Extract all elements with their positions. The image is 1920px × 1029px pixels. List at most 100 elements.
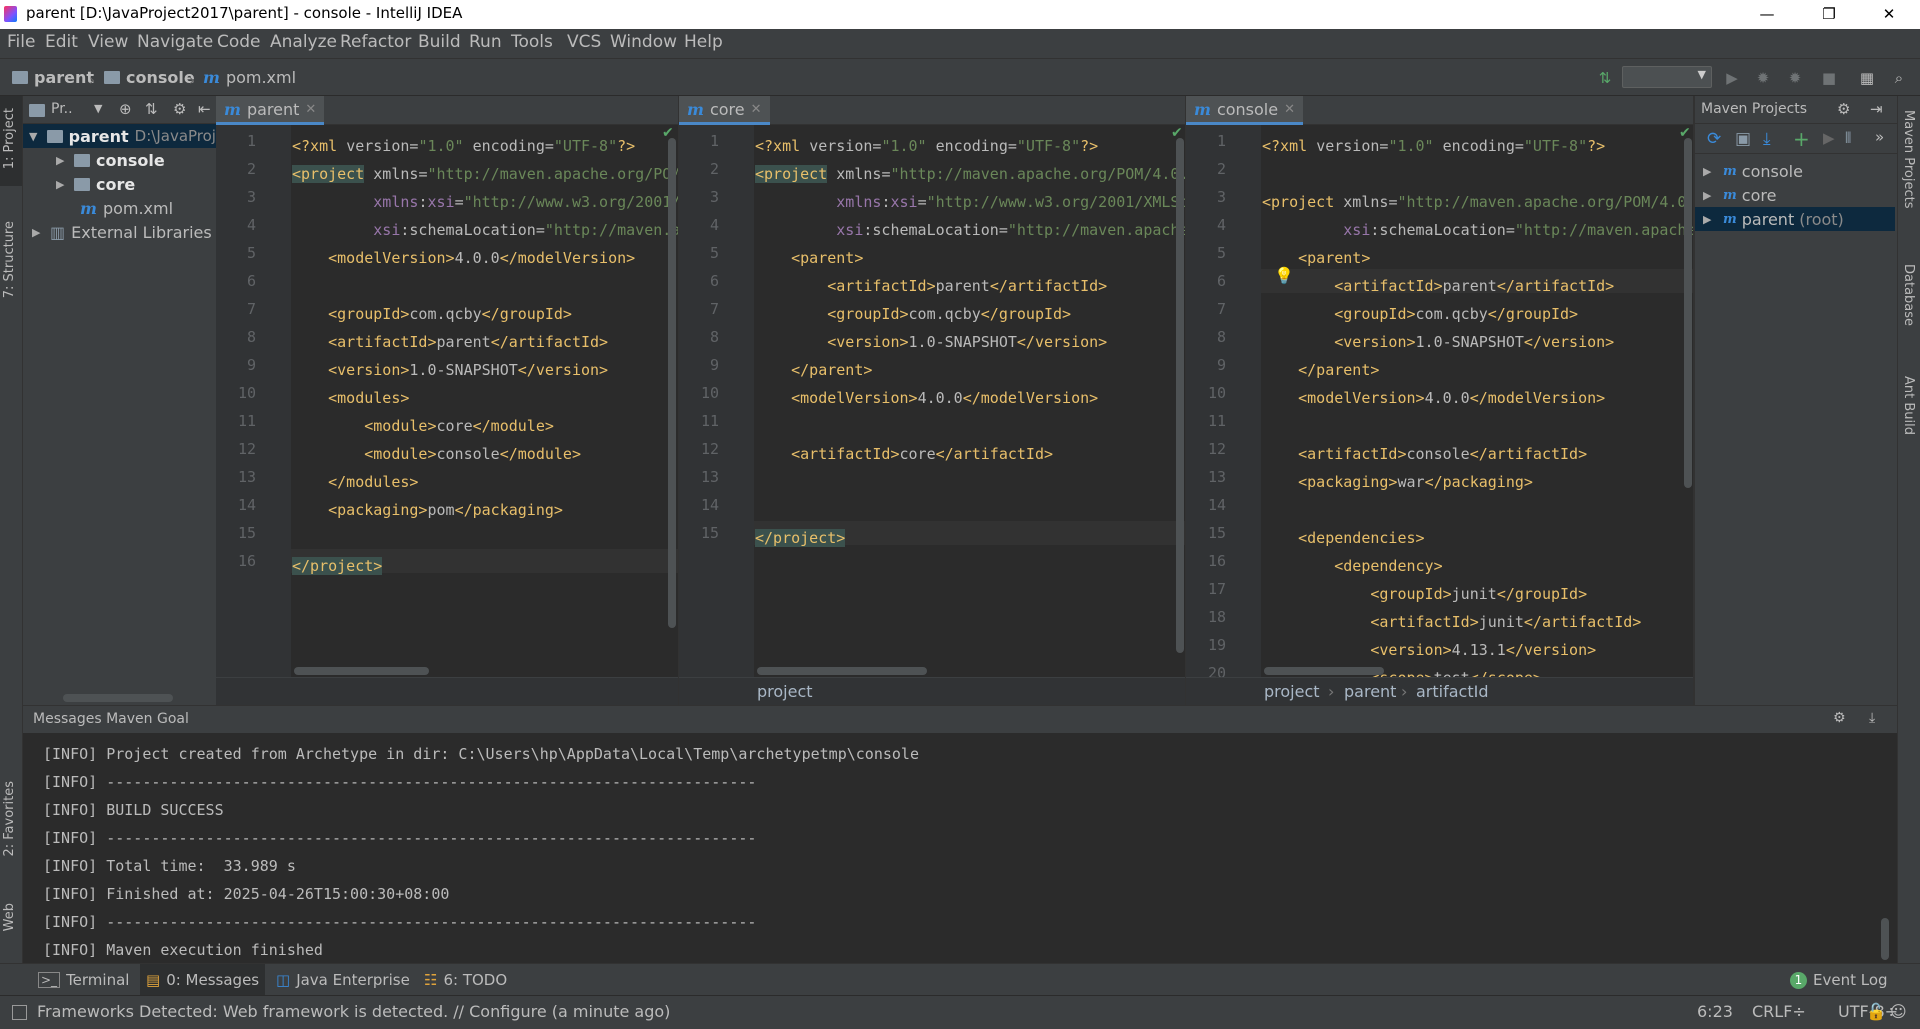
menu-view[interactable]: View <box>88 32 128 52</box>
menu-refactor[interactable]: Refactor <box>340 32 411 52</box>
tool-tab-database[interactable]: Database <box>1901 264 1916 326</box>
horizontal-scrollbar[interactable] <box>757 667 927 675</box>
maven-item-parent[interactable]: ▶ m parent (root) <box>1695 207 1895 231</box>
console-line: [INFO] ---------------------------------… <box>43 913 757 931</box>
terminal-icon: >_ <box>38 972 61 988</box>
menu-window[interactable]: Window <box>610 32 677 52</box>
toggle-tool-windows-icon[interactable] <box>12 1005 27 1020</box>
horizontal-scrollbar[interactable] <box>1264 667 1384 675</box>
inspector-icon[interactable]: ☺ <box>1890 1002 1907 1021</box>
tab-terminal[interactable]: >_ Terminal <box>32 964 135 996</box>
run-goal-icon[interactable]: ▶ <box>1823 129 1835 147</box>
tree-item-external-libraries[interactable]: ▶ ▥ External Libraries <box>23 220 216 244</box>
menu-run[interactable]: Run <box>469 32 502 52</box>
build-icon[interactable]: ⇅ <box>1596 69 1614 87</box>
debug-icon[interactable]: ✹ <box>1754 69 1772 87</box>
breadcrumb-pom[interactable]: m pom.xml <box>203 68 296 87</box>
minimize-button[interactable]: — <box>1744 0 1790 29</box>
tree-item-parent[interactable]: ▼ parent D:\JavaProj <box>23 124 216 148</box>
close-tab-icon[interactable]: ✕ <box>751 102 762 117</box>
hide-panel-icon[interactable]: ⇥ <box>1870 100 1883 118</box>
tool-tab-ant[interactable]: Ant Build <box>1901 376 1916 435</box>
project-structure-icon[interactable]: ▦ <box>1858 69 1876 87</box>
close-tab-icon[interactable]: ✕ <box>1284 102 1295 117</box>
settings-gear-icon[interactable]: ⚙ <box>173 100 186 118</box>
menu-navigate[interactable]: Navigate <box>137 32 213 52</box>
tab-label: Java Enterprise <box>296 971 410 989</box>
tab-event-log[interactable]: 1 Event Log <box>1784 964 1894 996</box>
collapse-all-icon[interactable]: ⇅ <box>145 100 158 118</box>
caret-position[interactable]: 6:23 <box>1697 1002 1733 1021</box>
tab-todo[interactable]: ☷ 6: TODO <box>418 964 513 996</box>
horizontal-scrollbar[interactable] <box>294 667 429 675</box>
tree-item-pom[interactable]: m pom.xml <box>23 196 216 220</box>
generate-sources-icon[interactable]: ▣ <box>1735 129 1751 149</box>
maven-item-core[interactable]: ▶ m core <box>1695 183 1895 207</box>
status-path[interactable]: artifactId <box>1416 682 1488 701</box>
close-button[interactable]: ✕ <box>1866 0 1912 29</box>
hide-panel-icon[interactable]: ⇤ <box>198 100 211 118</box>
vertical-scrollbar[interactable] <box>668 138 676 628</box>
status-message[interactable]: Frameworks Detected: Web framework is de… <box>37 1002 670 1021</box>
reimport-icon[interactable]: ⟳ <box>1707 129 1721 149</box>
line-number: 15 <box>1207 524 1226 542</box>
vertical-scrollbar[interactable] <box>1176 138 1184 653</box>
more-icon[interactable]: » <box>1875 128 1884 146</box>
breadcrumb-console[interactable]: console <box>104 68 195 87</box>
editor-tab-console[interactable]: m console ✕ <box>1186 96 1303 125</box>
chevron-down-icon[interactable]: ▼ <box>94 102 102 115</box>
coverage-icon[interactable]: ✹ <box>1786 69 1804 87</box>
vertical-scrollbar[interactable] <box>1684 138 1692 488</box>
tab-java-enterprise[interactable]: ◫ Java Enterprise <box>270 964 416 996</box>
editor-tab-core[interactable]: m core ✕ <box>679 96 770 125</box>
settings-gear-icon[interactable]: ⚙ <box>1837 100 1850 118</box>
maven-file-icon: m <box>1194 99 1211 119</box>
add-icon[interactable]: + <box>1793 127 1810 151</box>
line-number: 6 <box>709 272 719 290</box>
menu-build[interactable]: Build <box>418 32 461 52</box>
toggle-offline-icon[interactable]: ⫴ <box>1845 129 1851 147</box>
tree-item-console[interactable]: ▶ console <box>23 148 216 172</box>
status-path[interactable]: project <box>1264 682 1320 701</box>
line-number: 10 <box>700 384 719 402</box>
run-config-select[interactable]: ▼ <box>1622 66 1712 88</box>
restore-button[interactable]: ❐ <box>1806 0 1852 29</box>
stop-icon[interactable]: ■ <box>1820 69 1838 87</box>
settings-gear-icon[interactable]: ⚙ <box>1833 710 1846 726</box>
status-path[interactable]: parent <box>1344 682 1396 701</box>
menu-tools[interactable]: Tools <box>511 32 553 52</box>
code-content[interactable]: <?xml version="1.0" encoding="UTF-8"?> <… <box>292 132 678 580</box>
search-icon[interactable]: ⌕ <box>1890 69 1908 87</box>
tool-tab-structure[interactable]: 7: Structure <box>2 221 17 298</box>
lock-icon[interactable]: 🔓 <box>1866 1002 1886 1021</box>
menu-help[interactable]: Help <box>684 32 723 52</box>
scroll-from-source-icon[interactable]: ⊕ <box>119 100 132 118</box>
breadcrumb-parent[interactable]: parent <box>12 68 94 87</box>
menu-vcs[interactable]: VCS <box>567 32 601 52</box>
close-tab-icon[interactable]: ✕ <box>305 102 316 117</box>
project-view-select[interactable]: Pr.. <box>51 101 73 117</box>
code-content[interactable]: <?xml version="1.0" encoding="UTF-8"?> <… <box>1262 132 1693 692</box>
tool-tab-favorites[interactable]: 2: Favorites <box>2 781 17 857</box>
run-icon[interactable]: ▶ <box>1723 69 1741 87</box>
line-number: 17 <box>1207 580 1226 598</box>
hide-panel-icon[interactable]: ⤓ <box>1869 710 1875 726</box>
navigation-bar: parent › console › m pom.xml ⇅ ▼ ▶ ✹ ✹ ■ … <box>0 58 1920 96</box>
tool-tab-maven[interactable]: Maven Projects <box>1901 110 1916 209</box>
horizontal-scrollbar[interactable] <box>63 694 173 702</box>
tool-tab-web[interactable]: Web <box>2 903 17 931</box>
download-icon[interactable]: ⤓ <box>1763 129 1771 149</box>
menu-edit[interactable]: Edit <box>45 32 78 52</box>
editor-tab-parent[interactable]: m parent ✕ <box>216 96 325 125</box>
line-separator[interactable]: CRLF÷ <box>1752 1002 1806 1021</box>
maven-item-console[interactable]: ▶ m console <box>1695 159 1895 183</box>
menu-code[interactable]: Code <box>217 32 261 52</box>
menu-file[interactable]: File <box>7 32 35 52</box>
maven-file-icon: m <box>80 198 97 218</box>
tree-item-core[interactable]: ▶ core <box>23 172 216 196</box>
code-content[interactable]: <?xml version="1.0" encoding="UTF-8"?> <… <box>755 132 1185 552</box>
vertical-scrollbar[interactable] <box>1881 918 1889 960</box>
menu-analyze[interactable]: Analyze <box>270 32 337 52</box>
tool-tab-project[interactable]: 1: Project <box>2 108 17 169</box>
tab-messages[interactable]: ▤ 0: Messages <box>140 964 266 996</box>
